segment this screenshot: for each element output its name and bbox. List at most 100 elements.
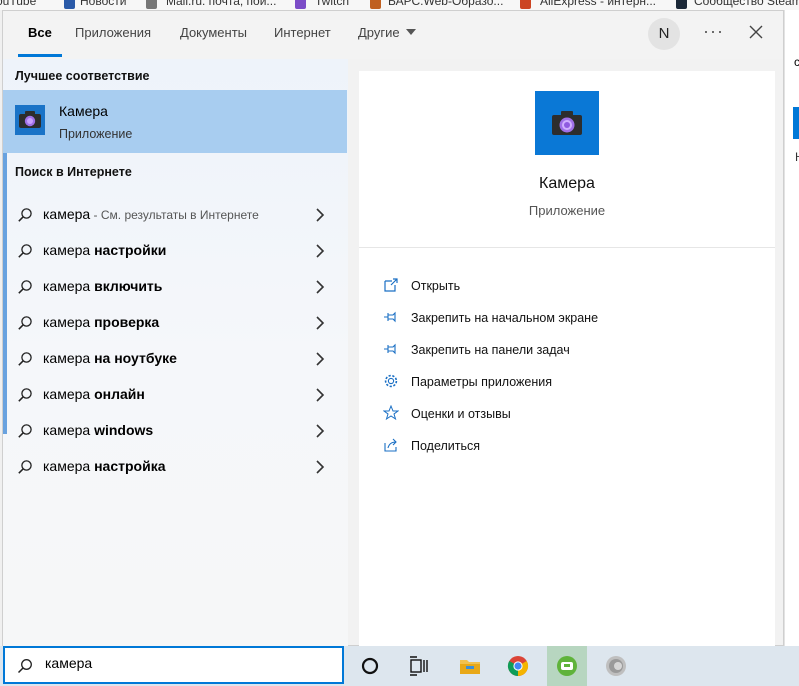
divider [359, 247, 775, 248]
chevron-down-icon [405, 29, 416, 35]
suggestion-text: камера настройка [43, 458, 165, 474]
action-pin-taskbar-label: Закрепить на панели задач [411, 343, 570, 357]
account-avatar[interactable]: N [648, 18, 680, 50]
taskbar-search-box[interactable] [3, 646, 344, 684]
web-suggestion-row[interactable]: камера включить [3, 269, 347, 305]
cortana-button[interactable] [350, 646, 390, 686]
results-list: Лучшее соответствие Камера Приложение По… [3, 59, 348, 647]
chrome-button[interactable] [498, 646, 538, 686]
suggestion-bold: настройки [94, 242, 167, 258]
chevron-right-icon [316, 424, 325, 438]
best-match-heading: Лучшее соответствие [15, 69, 150, 83]
news-icon [64, 0, 75, 9]
chevron-right-icon [316, 244, 325, 258]
action-open-label: Открыть [411, 279, 461, 293]
bookmark-aliexpress[interactable]: AliExpress - интерн... [540, 0, 656, 8]
suggestion-bold: windows [94, 422, 154, 438]
suggestion-text: камера включить [43, 278, 162, 294]
search-input[interactable] [43, 654, 327, 672]
suggestion-prefix: камера [43, 386, 95, 402]
suggestion-bold: проверка [94, 314, 160, 330]
background-blue-button [793, 107, 799, 139]
chevron-right-icon [316, 460, 325, 474]
file-explorer-button[interactable] [450, 646, 490, 686]
web-suggestion-row[interactable]: камера настройка [3, 449, 347, 485]
bars-icon [370, 0, 381, 9]
suggestion-prefix: камера [43, 314, 95, 330]
preview-app-type: Приложение [528, 203, 606, 218]
chevron-right-icon [316, 388, 325, 402]
suggestion-hint: - См. результаты в Интернете [90, 208, 259, 222]
gear-icon [384, 374, 398, 388]
search-icon [18, 208, 32, 222]
web-suggestion-row[interactable]: камера проверка [3, 305, 347, 341]
background-text: Н [795, 150, 799, 164]
task-view-button[interactable] [399, 646, 439, 686]
suggestion-bold: онлайн [94, 386, 145, 402]
tab-more-label: Другие [358, 25, 400, 40]
web-search-heading: Поиск в Интернете [15, 165, 132, 179]
share-icon [384, 438, 397, 452]
camera-app-tile [535, 91, 599, 155]
background-text: са [794, 55, 799, 69]
bookmark-twitch[interactable]: Twitch [315, 0, 349, 8]
suggestion-text: камера - См. результаты в Интернете [43, 206, 259, 222]
close-button[interactable] [745, 19, 767, 45]
bookmark-bars[interactable]: БАРС.Web-Образо... [388, 0, 503, 8]
suggestion-text: камера онлайн [43, 386, 145, 402]
bookmark-news[interactable]: Новости [80, 0, 126, 8]
pin-icon [384, 311, 396, 323]
search-icon [17, 659, 32, 674]
best-match-item[interactable]: Камера Приложение [3, 90, 347, 153]
bookmark-steam[interactable]: Сообщество Steam [694, 0, 799, 8]
bookmark-mail[interactable]: Mail.ru: почта, пои... [166, 0, 276, 8]
green-app-button[interactable] [547, 646, 587, 686]
background-window: са Н [784, 10, 799, 646]
tab-documents[interactable]: Документы [180, 11, 247, 59]
taskbar [0, 646, 799, 686]
suggestion-text: камера на ноутбуке [43, 350, 177, 366]
web-suggestion-row[interactable]: камера онлайн [3, 377, 347, 413]
suggestion-prefix: камера [43, 458, 95, 474]
close-icon [749, 25, 763, 39]
cortana-icon [361, 657, 379, 675]
tab-all[interactable]: Все [18, 11, 62, 59]
web-suggestion-row[interactable]: камера - См. результаты в Интернете [3, 197, 347, 233]
steam-icon [676, 0, 687, 9]
mail-icon [146, 0, 157, 9]
bookmark-youtube[interactable]: ouTube [0, 0, 36, 8]
suggestion-prefix: камера [43, 278, 95, 294]
action-share-label: Поделиться [411, 439, 481, 453]
tab-apps[interactable]: Приложения [75, 11, 151, 59]
web-suggestion-row[interactable]: камера настройки [3, 233, 347, 269]
task-view-icon [410, 656, 428, 676]
open-icon [384, 278, 398, 292]
web-suggestion-row[interactable]: камера на ноутбуке [3, 341, 347, 377]
suggestion-text: камера проверка [43, 314, 159, 330]
speaker-app-button[interactable] [596, 646, 636, 686]
suggestion-prefix: камера [43, 242, 95, 258]
chevron-right-icon [316, 316, 325, 330]
search-icon [18, 424, 32, 438]
tab-more[interactable]: Другие [358, 11, 416, 59]
suggestion-bold: включить [94, 278, 163, 294]
bookmarks-bar: ouTube Новости Mail.ru: почта, пои... Tw… [0, 0, 799, 10]
star-icon [383, 405, 399, 421]
action-rate-review-label: Оценки и отзывы [411, 407, 511, 421]
more-options-button[interactable]: ··· [703, 21, 724, 42]
action-app-settings-label: Параметры приложения [411, 375, 553, 389]
preview-app-name: Камера [539, 175, 595, 192]
action-pin-start-label: Закрепить на начальном экране [411, 311, 599, 325]
tab-web[interactable]: Интернет [274, 11, 331, 59]
search-icon [18, 352, 32, 366]
search-icon [18, 460, 32, 474]
web-suggestion-row[interactable]: камера windows [3, 413, 347, 449]
chevron-right-icon [316, 280, 325, 294]
search-icon [18, 280, 32, 294]
speaker-app-icon [606, 656, 626, 676]
best-match-name: Камера [59, 103, 108, 119]
chevron-right-icon [316, 208, 325, 222]
twitch-icon [295, 0, 306, 9]
aliexpress-icon [520, 0, 531, 9]
suggestion-prefix: камера [43, 350, 95, 366]
